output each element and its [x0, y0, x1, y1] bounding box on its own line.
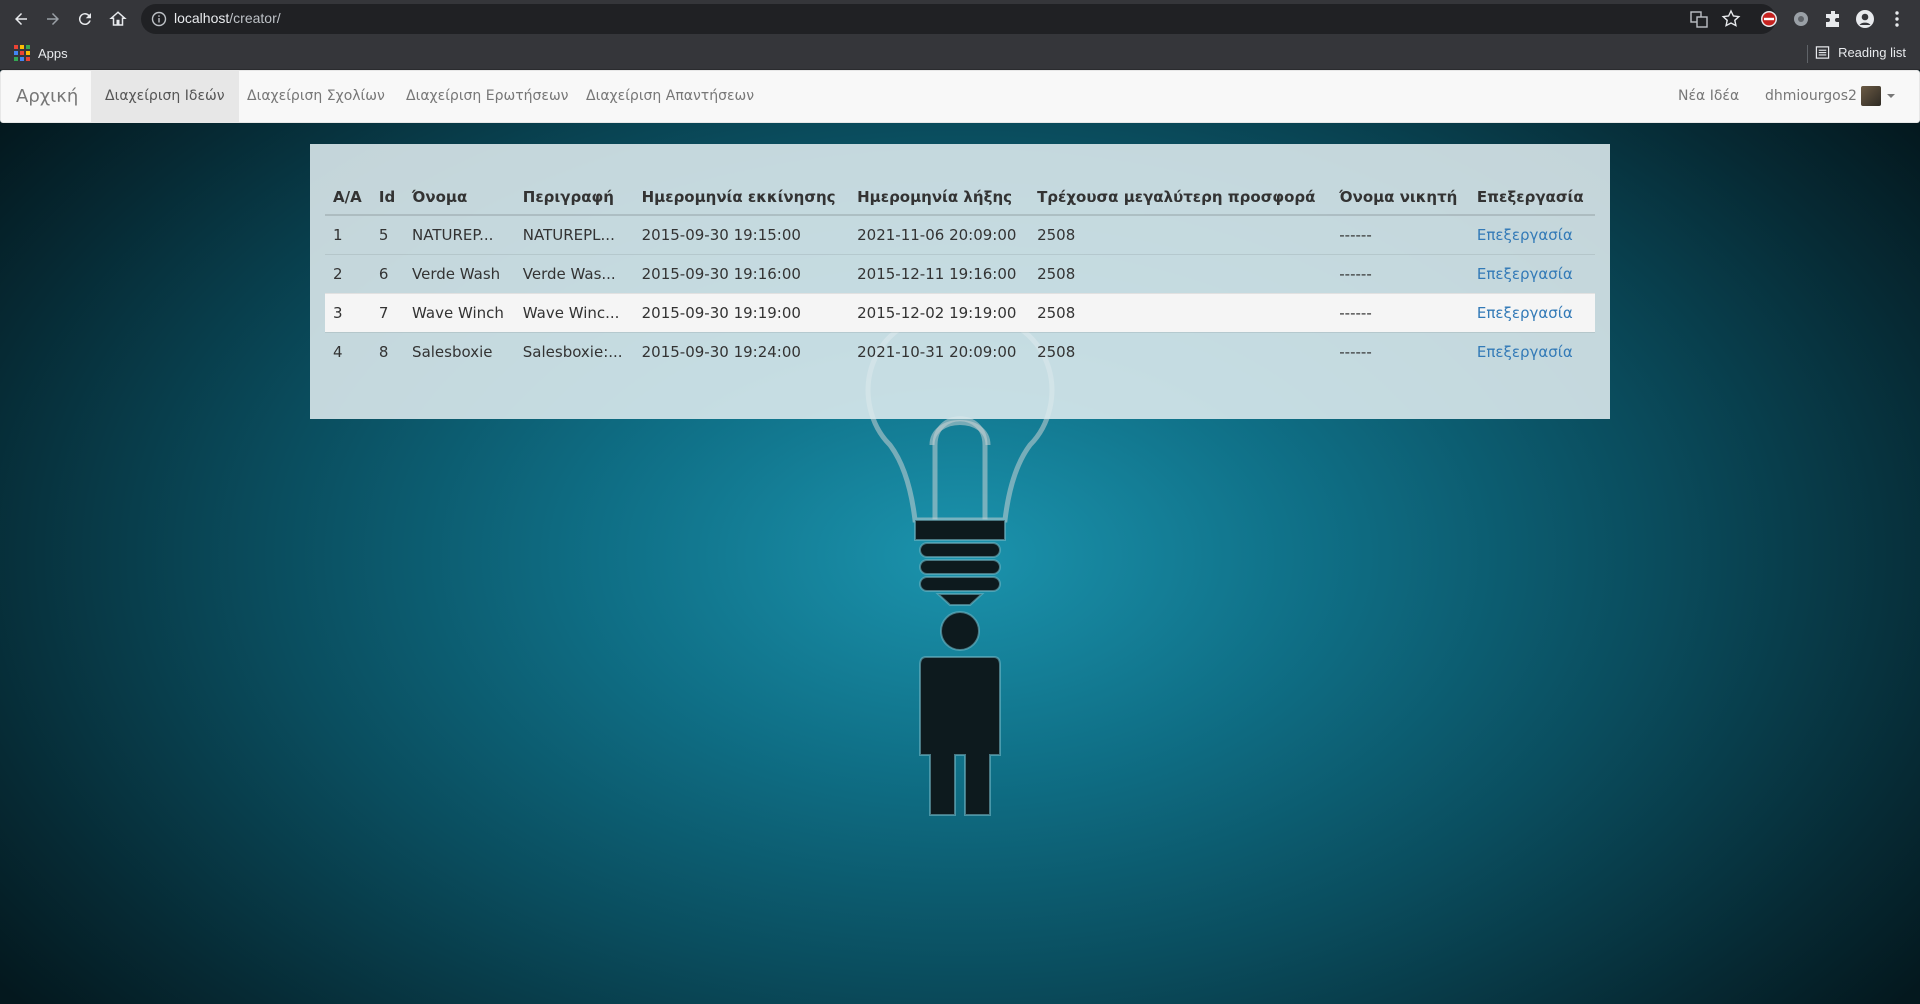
- cell-description: NATUREPL...: [514, 214, 634, 254]
- star-icon[interactable]: [1721, 9, 1741, 29]
- table-row: 2 6 Verde Wash Verde Was... 2015-09-30 1…: [325, 253, 1595, 293]
- col-description: Περιγραφή: [514, 179, 634, 216]
- username: dhmiourgos2: [1765, 88, 1857, 104]
- forward-icon[interactable]: [41, 7, 65, 31]
- home-link[interactable]: Αρχική: [16, 86, 78, 107]
- translate-icon[interactable]: [1689, 9, 1709, 29]
- apps-label: Apps: [38, 45, 68, 61]
- cell-start-date: 2015-09-30 19:24:00: [633, 331, 850, 371]
- menu-icon[interactable]: [1887, 9, 1907, 29]
- cell-description: Salesboxie:...: [514, 331, 634, 371]
- cell-end-date: 2021-10-31 20:09:00: [849, 331, 1030, 371]
- new-idea-link[interactable]: Νέα Ιδέα: [1664, 71, 1753, 122]
- cell-end-date: 2015-12-02 19:19:00: [849, 292, 1030, 332]
- cell-offer: 2508: [1029, 214, 1332, 254]
- cell-name: Wave Winch: [404, 292, 515, 332]
- user-menu-dropdown[interactable]: dhmiourgos2: [1751, 71, 1909, 122]
- divider: [1807, 45, 1808, 63]
- cell-name: NATUREP...: [404, 214, 515, 254]
- nav-manage-ideas[interactable]: Διαχείριση Ιδεών: [91, 71, 239, 122]
- bookmarks-bar: Apps Reading list: [0, 38, 1920, 70]
- extensions-icon[interactable]: [1823, 9, 1843, 29]
- col-winner-name: Όνομα νικητή: [1331, 179, 1469, 216]
- cell-id: 7: [370, 292, 405, 332]
- cell-name: Verde Wash: [404, 253, 515, 293]
- nav-manage-answers[interactable]: Διαχείριση Απαντήσεων: [572, 71, 768, 122]
- col-start-date: Ημερομηνία εκκίνησης: [633, 179, 850, 216]
- col-name: Όνομα: [404, 179, 515, 216]
- ideas-panel: A/A Id Όνομα Περιγραφή Ημερομηνία εκκίνη…: [310, 144, 1610, 419]
- col-id: Id: [370, 179, 405, 216]
- cell-offer: 2508: [1029, 331, 1332, 371]
- top-navbar: Αρχική Διαχείριση Ιδεών Διαχείριση Σχολί…: [0, 70, 1920, 123]
- cell-end-date: 2015-12-11 19:16:00: [849, 253, 1030, 293]
- reading-list-label: Reading list: [1838, 45, 1906, 60]
- table-row-hovered: 3 7 Wave Winch Wave Winc... 2015-09-30 1…: [325, 292, 1595, 332]
- avatar: [1860, 86, 1881, 106]
- cell-winner: ------: [1331, 253, 1469, 293]
- cell-id: 8: [370, 331, 405, 371]
- caret-down-icon: [1886, 94, 1895, 98]
- reload-icon[interactable]: [73, 7, 97, 31]
- back-icon[interactable]: [9, 7, 33, 31]
- info-icon[interactable]: [151, 11, 167, 27]
- page-content: Αρχική Διαχείριση Ιδεών Διαχείριση Σχολί…: [0, 70, 1920, 1004]
- cell-start-date: 2015-09-30 19:19:00: [633, 292, 850, 332]
- col-current-highest-offer: Τρέχουσα μεγαλύτερη προσφορά: [1029, 179, 1332, 216]
- cell-aa: 4: [325, 331, 371, 371]
- adblock-extension-icon[interactable]: [1759, 9, 1779, 29]
- profile-icon[interactable]: [1855, 9, 1875, 29]
- cell-winner: ------: [1331, 292, 1469, 332]
- edit-link[interactable]: Επεξεργασία: [1468, 253, 1595, 293]
- nav-manage-comments[interactable]: Διαχείριση Σχολίων: [233, 71, 399, 122]
- cell-description: Verde Was...: [514, 253, 634, 293]
- cell-aa: 1: [325, 214, 371, 254]
- reading-list-button[interactable]: Reading list: [1815, 45, 1906, 60]
- col-aa: A/A: [325, 179, 371, 216]
- cell-name: Salesboxie: [404, 331, 515, 371]
- cell-winner: ------: [1331, 214, 1469, 254]
- nav-manage-questions[interactable]: Διαχείριση Ερωτήσεων: [392, 71, 583, 122]
- table-row: 4 8 Salesboxie Salesboxie:... 2015-09-30…: [325, 331, 1595, 371]
- home-icon[interactable]: [106, 7, 130, 31]
- edit-link[interactable]: Επεξεργασία: [1468, 214, 1595, 254]
- extension-icon[interactable]: [1791, 9, 1811, 29]
- cell-start-date: 2015-09-30 19:16:00: [633, 253, 850, 293]
- cell-aa: 3: [325, 292, 371, 332]
- cell-start-date: 2015-09-30 19:15:00: [633, 214, 850, 254]
- browser-toolbar: localhost/creator/: [0, 0, 1920, 38]
- ideas-table: A/A Id Όνομα Περιγραφή Ημερομηνία εκκίνη…: [325, 179, 1595, 371]
- edit-link[interactable]: Επεξεργασία: [1468, 292, 1595, 332]
- edit-link[interactable]: Επεξεργασία: [1468, 331, 1595, 371]
- cell-offer: 2508: [1029, 253, 1332, 293]
- col-edit: Επεξεργασία: [1468, 179, 1595, 216]
- cell-end-date: 2021-11-06 20:09:00: [849, 214, 1030, 254]
- reading-list-icon: [1815, 46, 1830, 59]
- cell-offer: 2508: [1029, 292, 1332, 332]
- table-header-row: A/A Id Όνομα Περιγραφή Ημερομηνία εκκίνη…: [325, 179, 1595, 216]
- apps-grid-icon: [14, 45, 30, 61]
- table-row: 1 5 NATUREP... NATUREPL... 2015-09-30 19…: [325, 214, 1595, 254]
- address-bar[interactable]: localhost/creator/: [141, 4, 1776, 34]
- cell-id: 5: [370, 214, 405, 254]
- cell-aa: 2: [325, 253, 371, 293]
- url-text: localhost/creator/: [174, 10, 281, 26]
- cell-id: 6: [370, 253, 405, 293]
- cell-winner: ------: [1331, 331, 1469, 371]
- cell-description: Wave Winc...: [514, 292, 634, 332]
- col-end-date: Ημερομηνία λήξης: [849, 179, 1030, 216]
- apps-shortcut[interactable]: Apps: [14, 45, 68, 61]
